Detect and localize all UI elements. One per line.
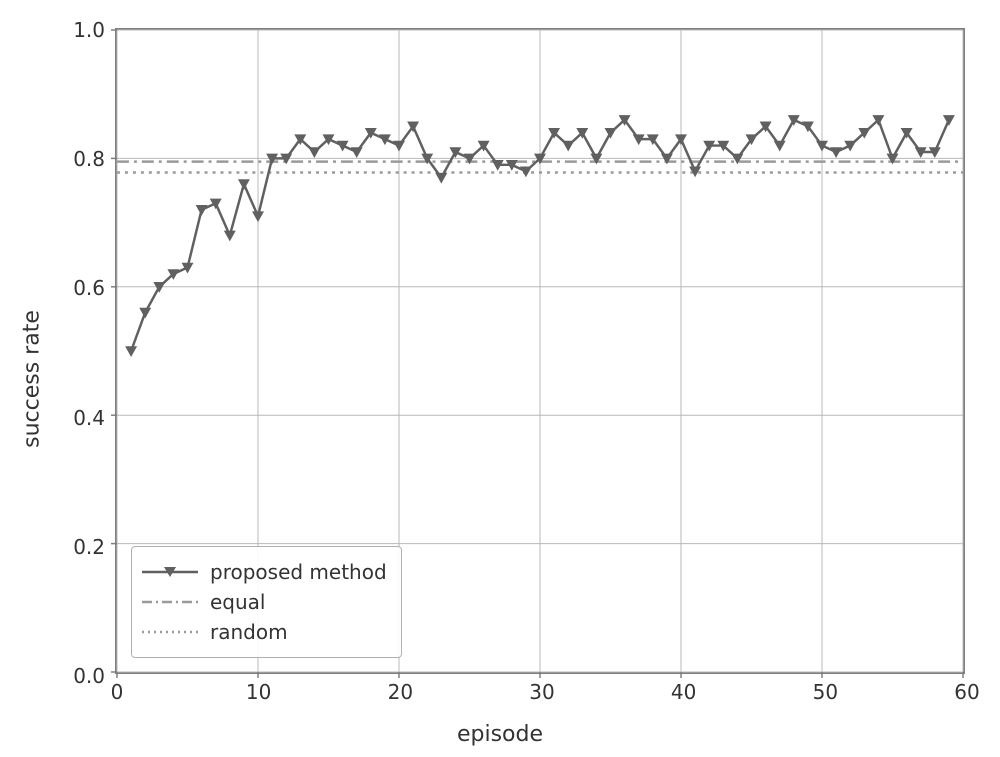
y-axis-label: success rate — [20, 310, 45, 448]
legend-label-proposed: proposed method — [210, 560, 387, 584]
plot-area: 0102030405060 0.00.20.40.60.81.0 propose… — [115, 28, 965, 674]
legend: proposed method equal random — [131, 546, 402, 658]
y-tick-label: 0.0 — [73, 664, 105, 688]
figure: success rate episode 0102030405060 0.00.… — [0, 0, 1000, 757]
x-tick-label: 40 — [671, 680, 696, 704]
series-marker — [238, 179, 250, 190]
x-tick-label: 20 — [388, 680, 413, 704]
series-marker — [393, 141, 405, 152]
x-tick-label: 50 — [813, 680, 838, 704]
series-marker — [774, 141, 786, 152]
legend-swatch-random — [142, 621, 198, 643]
series-marker — [125, 346, 137, 357]
legend-label-random: random — [210, 620, 288, 644]
series-marker — [224, 231, 236, 242]
x-tick-label: 30 — [529, 680, 554, 704]
x-tick-label: 60 — [954, 680, 979, 704]
series-marker — [153, 282, 165, 293]
y-tick-label: 0.6 — [73, 276, 105, 300]
y-tick-label: 0.2 — [73, 535, 105, 559]
legend-swatch-equal — [142, 591, 198, 613]
series-marker — [435, 173, 447, 184]
series-marker — [351, 147, 363, 158]
legend-entry-random: random — [142, 617, 387, 647]
series-marker — [139, 308, 151, 319]
y-tick-label: 0.8 — [73, 147, 105, 171]
series-marker — [252, 211, 264, 222]
legend-swatch-proposed — [142, 561, 198, 583]
legend-entry-proposed: proposed method — [142, 557, 387, 587]
series-marker — [605, 128, 617, 139]
x-axis-label: episode — [457, 722, 543, 747]
series-marker — [830, 147, 842, 158]
x-tick-label: 10 — [246, 680, 271, 704]
series-marker — [196, 205, 208, 216]
series-marker — [520, 166, 532, 177]
y-tick-label: 1.0 — [73, 18, 105, 42]
series-marker — [943, 115, 955, 126]
legend-label-equal: equal — [210, 590, 266, 614]
x-tick-label: 0 — [111, 680, 124, 704]
series-marker — [308, 147, 320, 158]
series-marker — [562, 141, 574, 152]
legend-entry-equal: equal — [142, 587, 387, 617]
y-tick-label: 0.4 — [73, 406, 105, 430]
